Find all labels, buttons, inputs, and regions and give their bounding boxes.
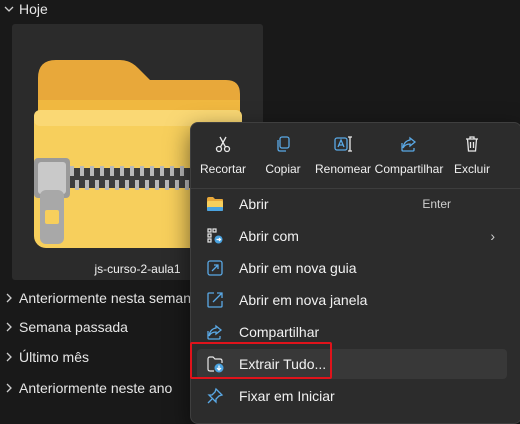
group-label-last-week: Semana passada: [19, 319, 128, 335]
group-label-earlier-year: Anteriormente neste ano: [19, 380, 173, 396]
menu-item-label: Fixar em Iniciar: [239, 388, 335, 404]
menu-item-label: Compartilhar: [239, 324, 320, 340]
chevron-right-icon: [0, 383, 18, 393]
menu-item-open-new-tab[interactable]: Abrir em nova guia: [197, 253, 507, 283]
open-with-icon: [205, 226, 225, 246]
group-label-today: Hoje: [19, 1, 48, 17]
context-toolbar: Recortar Copiar Renomear Compartilhar Ex…: [191, 123, 520, 187]
chevron-right-icon: ›: [490, 228, 495, 244]
cut-button[interactable]: Recortar: [199, 133, 247, 181]
menu-item-label: Abrir com: [239, 228, 299, 244]
new-tab-icon: [205, 258, 225, 278]
copy-button[interactable]: Copiar: [261, 133, 305, 181]
menu-item-open-with[interactable]: Abrir com ›: [197, 221, 507, 251]
delete-button[interactable]: Excluir: [453, 133, 491, 181]
chevron-down-icon: [0, 4, 18, 14]
rename-label: Renomear: [314, 162, 372, 176]
share-label: Compartilhar: [374, 162, 444, 176]
chevron-right-icon: [0, 293, 18, 303]
group-label-earlier-week: Anteriormente nesta semana: [19, 290, 199, 306]
menu-item-label: Abrir em nova guia: [239, 260, 357, 276]
menu-item-label: Abrir: [239, 196, 269, 212]
chevron-right-icon: [0, 322, 18, 332]
chevron-right-icon: [0, 352, 18, 362]
group-header-today[interactable]: Hoje: [0, 0, 48, 21]
group-header-last-week[interactable]: Semana passada: [0, 315, 128, 339]
new-window-icon: [205, 290, 225, 310]
pin-icon: [205, 386, 225, 406]
delete-label: Excluir: [453, 162, 490, 176]
shortcut-text: Enter: [422, 197, 451, 211]
group-header-earlier-week[interactable]: Anteriormente nesta semana: [0, 286, 199, 310]
menu-item-open[interactable]: Abrir Enter: [197, 189, 507, 219]
group-header-earlier-year[interactable]: Anteriormente neste ano: [0, 376, 172, 400]
share-icon: [205, 322, 225, 342]
highlight-box: [190, 342, 332, 379]
menu-item-open-new-window[interactable]: Abrir em nova janela: [197, 285, 507, 315]
cut-label: Recortar: [199, 162, 246, 176]
copy-label: Copiar: [265, 162, 301, 176]
rename-icon: [333, 133, 353, 155]
folder-open-icon: [205, 194, 225, 214]
share-icon: [400, 133, 418, 155]
copy-icon: [274, 133, 292, 155]
group-label-last-month: Último mês: [19, 349, 90, 365]
rename-button[interactable]: Renomear: [315, 133, 371, 181]
share-button[interactable]: Compartilhar: [375, 133, 443, 181]
group-header-last-month[interactable]: Último mês: [0, 345, 89, 369]
menu-item-pin-start[interactable]: Fixar em Iniciar: [197, 381, 507, 411]
scissors-icon: [214, 133, 232, 155]
trash-icon: [463, 133, 481, 155]
menu-item-label: Abrir em nova janela: [239, 292, 368, 308]
